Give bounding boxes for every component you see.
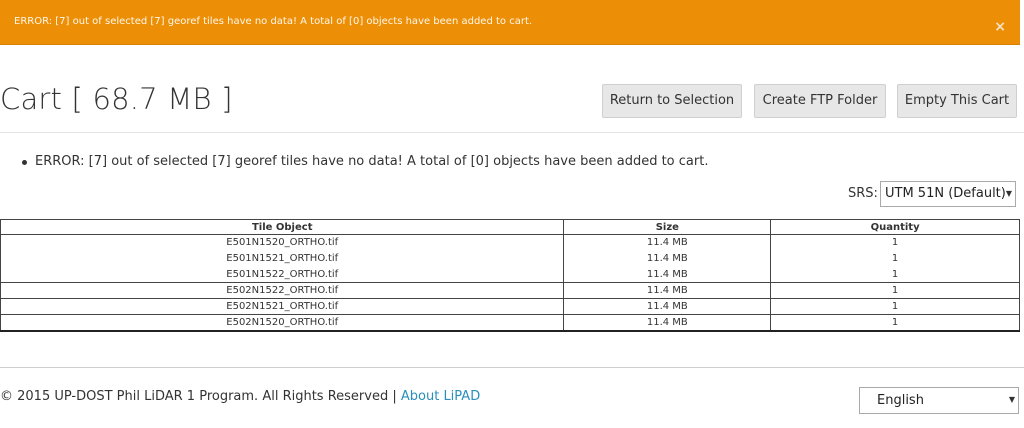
footer-divider	[0, 367, 1024, 368]
table-row: E502N1522_ORTHO.tif 11.4 MB 1	[0, 282, 1020, 299]
cell-tile-object: E502N1521_ORTHO.tif	[0, 298, 565, 315]
cell-size: 11.4 MB	[563, 298, 772, 315]
cart-table: Tile Object Size Quantity E501N1520_ORTH…	[0, 219, 1020, 332]
cell-size: 11.4 MB	[563, 234, 772, 251]
table-row: E502N1520_ORTHO.tif 11.4 MB 1	[0, 314, 1020, 332]
cell-quantity: 1	[770, 282, 1020, 299]
column-header-quantity: Quantity	[770, 219, 1020, 235]
cell-quantity: 1	[770, 298, 1020, 315]
column-header-tile-object: Tile Object	[0, 219, 565, 235]
error-alert: ERROR: [7] out of selected [7] georef ti…	[0, 0, 1020, 45]
empty-cart-button[interactable]: Empty This Cart	[897, 84, 1017, 118]
cell-tile-object: E501N1522_ORTHO.tif	[0, 266, 565, 283]
srs-select[interactable]: UTM 51N (Default) ▼	[880, 181, 1016, 207]
create-ftp-folder-button[interactable]: Create FTP Folder	[754, 84, 886, 118]
table-row: E502N1521_ORTHO.tif 11.4 MB 1	[0, 298, 1020, 315]
cell-tile-object: E501N1520_ORTHO.tif	[0, 234, 565, 251]
cell-size: 11.4 MB	[563, 282, 772, 299]
cell-size: 11.4 MB	[563, 314, 772, 332]
copyright-text: © 2015 UP-DOST Phil LiDAR 1 Program. All…	[0, 389, 401, 404]
srs-label: SRS:	[848, 186, 878, 201]
table-row: E501N1520_ORTHO.tif 11.4 MB 1	[0, 234, 1020, 251]
table-header-row: Tile Object Size Quantity	[0, 219, 1020, 235]
cell-tile-object: E502N1522_ORTHO.tif	[0, 282, 565, 299]
table-row: E501N1521_ORTHO.tif 11.4 MB 1	[0, 250, 1020, 267]
language-selected-value: English	[877, 393, 924, 408]
column-header-size: Size	[563, 219, 772, 235]
footer: © 2015 UP-DOST Phil LiDAR 1 Program. All…	[0, 389, 480, 404]
message-text: ERROR: [7] out of selected [7] georef ti…	[35, 154, 709, 169]
return-to-selection-button[interactable]: Return to Selection	[602, 84, 742, 118]
about-lipad-link[interactable]: About LiPAD	[401, 389, 480, 404]
cell-quantity: 1	[770, 234, 1020, 251]
table-row: E501N1522_ORTHO.tif 11.4 MB 1	[0, 266, 1020, 283]
message-list: ERROR: [7] out of selected [7] georef ti…	[22, 154, 708, 169]
page-title: Cart [ 68.7 MB ]	[0, 82, 233, 116]
cell-tile-object: E502N1520_ORTHO.tif	[0, 314, 565, 332]
list-item: ERROR: [7] out of selected [7] georef ti…	[22, 154, 708, 169]
cell-tile-object: E501N1521_ORTHO.tif	[0, 250, 565, 267]
cell-quantity: 1	[770, 266, 1020, 283]
cell-size: 11.4 MB	[563, 250, 772, 267]
language-select[interactable]: English ▼	[859, 387, 1019, 414]
chevron-down-icon: ▼	[1008, 395, 1015, 404]
divider	[0, 132, 1024, 133]
srs-selected-value: UTM 51N (Default)	[885, 186, 1006, 201]
cell-size: 11.4 MB	[563, 266, 772, 283]
close-icon[interactable]: ×	[994, 0, 1006, 45]
cell-quantity: 1	[770, 314, 1020, 332]
alert-message: ERROR: [7] out of selected [7] georef ti…	[14, 16, 533, 27]
chevron-down-icon: ▼	[1005, 189, 1012, 198]
cell-quantity: 1	[770, 250, 1020, 267]
bullet-icon	[22, 160, 27, 165]
